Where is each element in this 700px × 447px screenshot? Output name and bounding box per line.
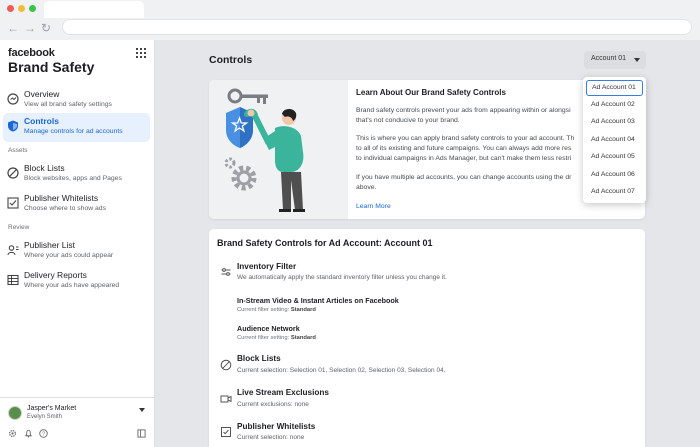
close-window-button[interactable] (7, 5, 14, 12)
dropdown-item-ad-account-06[interactable]: Ad Account 06 (586, 167, 643, 183)
bell-icon[interactable] (24, 429, 33, 438)
account-user: Evelyn Smith (27, 414, 63, 420)
app-title: Brand Safety (8, 59, 95, 75)
live-stream-icon (220, 395, 232, 403)
learn-more-link[interactable]: Learn More (356, 202, 641, 212)
back-icon[interactable]: ← (7, 21, 19, 35)
setting-value: Standard (290, 307, 316, 313)
publisher-whitelists-title: Publisher Whitelists (237, 422, 316, 431)
learn-card-title: Learn About Our Brand Safety Controls (356, 88, 506, 97)
live-stream-title: Live Stream Exclusions (237, 388, 329, 397)
learn-card: Learn About Our Brand Safety Controls Br… (209, 80, 645, 219)
avatar (8, 406, 22, 420)
gear-small-icon (224, 157, 236, 169)
caret-down-icon[interactable] (139, 408, 145, 412)
brand-safety-illustration (224, 88, 305, 212)
sidebar-item-label: Controls (24, 116, 59, 126)
sidebar-item-label: Delivery Reports (24, 270, 87, 280)
table-icon (7, 274, 19, 286)
sidebar: facebook Brand Safety Overview View all … (0, 40, 155, 447)
controls-card-title: Brand Safety Controls for Ad Account: Ac… (217, 238, 433, 248)
inventory-filter-description: We automatically apply the standard inve… (237, 274, 447, 281)
app-grid-icon[interactable] (136, 48, 146, 58)
sidebar-item-label: Publisher List (24, 240, 76, 250)
sidebar-item-description: View all brand safety settings (24, 101, 112, 108)
live-stream-exclusions: Current exclusions: none (237, 401, 309, 408)
sidebar-item-overview[interactable]: Overview View all brand safety settings (3, 86, 150, 115)
browser-chrome: ← → ↻ (0, 0, 700, 40)
section-label-review: Review (8, 224, 30, 231)
dropdown-item-ad-account-07[interactable]: Ad Account 07 (586, 184, 643, 200)
dropdown-item-ad-account-05[interactable]: Ad Account 05 (586, 149, 643, 165)
gear-large-icon (231, 165, 257, 191)
account-select-label: Account 01 (591, 55, 627, 62)
sidebar-item-description: Where your ads could appear (24, 252, 114, 259)
account-select-button[interactable]: Account 01 (584, 51, 646, 69)
sidebar-item-description: Block websites, apps and Pages (24, 175, 122, 182)
sidebar-item-label: Publisher Whitelists (24, 193, 99, 203)
block-lists-title: Block Lists (237, 354, 281, 363)
dropdown-item-ad-account-02[interactable]: Ad Account 02 (586, 97, 643, 113)
audience-network-title: Audience Network (237, 324, 300, 333)
instream-setting: Current filter setting: Standard (237, 307, 316, 313)
sidebar-item-description: Manage controls for ad accounts (24, 128, 123, 135)
gear-icon[interactable] (8, 429, 17, 438)
sidebar-item-description: Choose where to show ads (24, 205, 106, 212)
person-illustration (244, 108, 305, 212)
inventory-filter-title: Inventory Filter (237, 262, 297, 271)
publisher-whitelists-selection: Current selection: none (237, 434, 305, 441)
sidebar-item-publisher-whitelists[interactable]: Publisher Whitelists Choose where to sho… (3, 190, 150, 219)
setting-label: Current filter setting: (237, 307, 290, 313)
sidebar-item-description: Where your ads have appeared (24, 282, 120, 289)
checklist-icon (7, 197, 19, 209)
sidebar-item-block-lists[interactable]: Block Lists Block websites, apps and Pag… (3, 160, 150, 189)
caret-down-icon (634, 58, 640, 62)
collapse-sidebar-icon[interactable] (137, 429, 146, 438)
sidebar-item-delivery-reports[interactable]: Delivery Reports Where your ads have app… (3, 267, 150, 296)
overview-icon (7, 93, 19, 105)
key-icon (227, 88, 268, 104)
help-icon[interactable]: ? (39, 429, 48, 438)
account-dropdown-menu: Ad Account 01 Ad Account 02 Ad Account 0… (583, 77, 646, 203)
browser-tab[interactable] (44, 1, 144, 18)
facebook-logo: facebook (8, 47, 55, 59)
sidebar-item-publisher-list[interactable]: Publisher List Where your ads could appe… (3, 237, 150, 266)
shield-icon (8, 120, 18, 132)
forward-icon[interactable]: → (24, 21, 36, 35)
block-lists-selection: Current selection: Selection 01, Selecti… (237, 367, 446, 374)
sidebar-item-label: Block Lists (24, 163, 65, 173)
account-switcher[interactable]: Jasper's Market Evelyn Smith ? (0, 397, 155, 447)
instream-title: In-Stream Video & Instant Articles on Fa… (237, 296, 399, 305)
illustration (209, 80, 348, 219)
filter-icon (221, 268, 231, 276)
reload-icon[interactable]: ↻ (41, 21, 51, 35)
list-icon (7, 245, 19, 256)
svg-text:?: ? (42, 432, 45, 438)
minimize-window-button[interactable] (18, 5, 25, 12)
maximize-window-button[interactable] (29, 5, 36, 12)
setting-label: Current filter setting: (237, 335, 290, 341)
dropdown-item-ad-account-04[interactable]: Ad Account 04 (586, 132, 643, 148)
block-icon (220, 359, 232, 371)
dropdown-item-ad-account-03[interactable]: Ad Account 03 (586, 114, 643, 130)
sidebar-item-label: Overview (24, 89, 60, 99)
account-name: Jasper's Market (27, 405, 77, 412)
checklist-icon (221, 427, 231, 437)
sidebar-item-controls[interactable]: Controls Manage controls for ad accounts (3, 113, 150, 142)
address-bar[interactable] (62, 19, 692, 35)
page-title: Controls (209, 54, 253, 66)
setting-value: Standard (290, 335, 316, 341)
controls-card: Brand Safety Controls for Ad Account: Ac… (209, 229, 645, 447)
dropdown-item-ad-account-01[interactable]: Ad Account 01 (586, 80, 643, 96)
section-label-assets: Assets (8, 147, 28, 154)
audience-network-setting: Current filter setting: Standard (237, 335, 316, 341)
block-icon (7, 167, 19, 179)
